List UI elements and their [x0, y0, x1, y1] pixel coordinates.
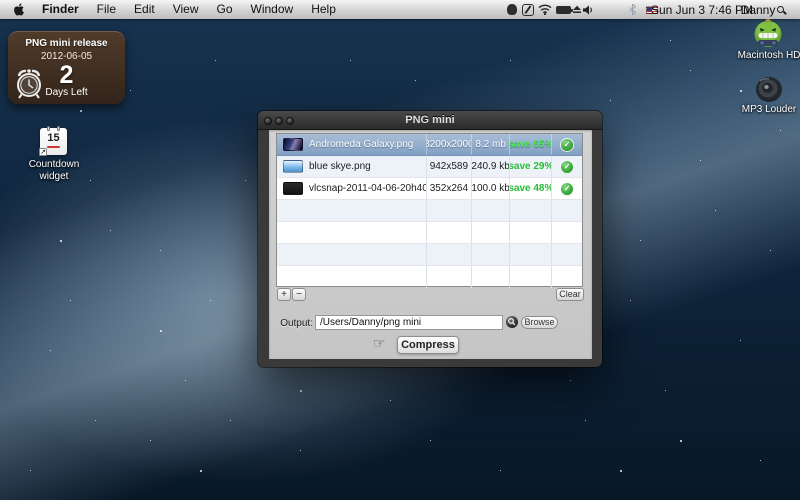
browse-button[interactable]: Browse: [521, 316, 558, 329]
window-minimize-button[interactable]: [275, 117, 283, 125]
volume-icon[interactable]: [582, 0, 596, 19]
window-zoom-button[interactable]: [286, 117, 294, 125]
file-size: 8.2 mb: [472, 134, 511, 155]
wifi-icon[interactable]: [536, 0, 553, 19]
user-menu[interactable]: Danny: [745, 0, 771, 19]
file-table: Andromeda Galaxy.png 3200x2000 8.2 mb sa…: [276, 133, 583, 287]
menu-view[interactable]: View: [164, 0, 208, 19]
file-dimensions: 352x264: [427, 178, 472, 199]
file-thumbnail: [283, 138, 303, 151]
compress-button[interactable]: Compress: [397, 336, 459, 354]
window-title: PNG mini: [258, 111, 602, 130]
check-icon: ✓: [561, 161, 573, 173]
add-file-button[interactable]: +: [277, 288, 291, 301]
countdown-title: PNG mini release: [8, 38, 125, 49]
menu-edit[interactable]: Edit: [125, 0, 164, 19]
countdown-widget-desktop-icon[interactable]: 15 ↗: [40, 128, 67, 155]
calendar-day: 15: [40, 133, 67, 144]
file-size: 240.9 kb: [472, 156, 511, 177]
window-titlebar[interactable]: PNG mini: [258, 111, 602, 130]
file-dimensions: 3200x2000: [427, 134, 472, 155]
window-close-button[interactable]: [264, 117, 272, 125]
file-thumbnail: [283, 160, 303, 173]
clear-button[interactable]: Clear: [556, 288, 584, 301]
file-name: vlcsnap-2011-04-06-20h40m36s165.png: [309, 183, 427, 194]
macintosh-hd-icon[interactable]: [750, 15, 786, 49]
menu-help[interactable]: Help: [302, 0, 345, 19]
table-empty-row: [277, 244, 582, 266]
countdown-widget-icon-label[interactable]: Countdown widget: [20, 159, 88, 183]
table-empty-row: [277, 222, 582, 244]
pointing-hand-icon: ☞: [373, 336, 386, 352]
file-name: blue skye.png: [309, 161, 371, 172]
spotlight-search-icon[interactable]: [772, 0, 788, 19]
table-empty-row: [277, 266, 582, 288]
menu-window[interactable]: Window: [242, 0, 303, 19]
check-icon: ✓: [561, 139, 573, 151]
menubar-app-icon[interactable]: [504, 0, 520, 19]
menubar-clock[interactable]: Sun Jun 3 7:46 PM: [662, 0, 742, 19]
file-name: Andromeda Galaxy.png: [309, 139, 413, 150]
file-save-percent: save 48%: [510, 178, 552, 199]
alarm-clock-icon: [13, 65, 45, 101]
mp3-louder-icon[interactable]: [754, 76, 784, 103]
menu-file[interactable]: File: [88, 0, 125, 19]
macintosh-hd-label[interactable]: Macintosh HD: [734, 50, 800, 62]
table-empty-row: [277, 200, 582, 222]
countdown-widget[interactable]: PNG mini release 2012-06-05 2 Days Left: [8, 31, 125, 104]
file-thumbnail: [283, 182, 303, 195]
table-row[interactable]: Andromeda Galaxy.png 3200x2000 8.2 mb sa…: [277, 134, 582, 156]
file-dimensions: 942x589: [427, 156, 472, 177]
table-row[interactable]: blue skye.png 942x589 240.9 kb save 29% …: [277, 156, 582, 178]
output-label: Output:: [269, 318, 313, 329]
png-mini-window: PNG mini Andromeda Galaxy.png 3200x2000 …: [258, 111, 602, 367]
mp3-louder-label[interactable]: MP3 Louder: [734, 104, 800, 116]
calendar-month-line: [47, 146, 60, 148]
window-content: Andromeda Galaxy.png 3200x2000 8.2 mb sa…: [269, 130, 592, 359]
file-save-percent: save 29%: [510, 156, 552, 177]
menu-go[interactable]: Go: [208, 0, 242, 19]
bluetooth-icon[interactable]: [627, 0, 637, 19]
file-size: 100.0 kb: [472, 178, 511, 199]
output-path-field[interactable]: [315, 315, 503, 330]
input-source-icon[interactable]: [520, 0, 536, 19]
path-search-icon[interactable]: [506, 316, 518, 328]
battery-icon[interactable]: [553, 0, 573, 19]
apple-menu[interactable]: [0, 0, 33, 19]
calendar-rings: [40, 126, 67, 131]
file-save-percent: save 65%: [510, 134, 552, 155]
check-icon: ✓: [561, 183, 573, 195]
table-row[interactable]: vlcsnap-2011-04-06-20h40m36s165.png 352x…: [277, 178, 582, 200]
alias-arrow-badge: ↗: [39, 148, 47, 156]
apple-icon: [13, 3, 25, 16]
menu-finder[interactable]: Finder: [33, 0, 88, 19]
remove-file-button[interactable]: −: [292, 288, 306, 301]
menu-bar: Finder File Edit View Go Window Help Sun…: [0, 0, 800, 19]
